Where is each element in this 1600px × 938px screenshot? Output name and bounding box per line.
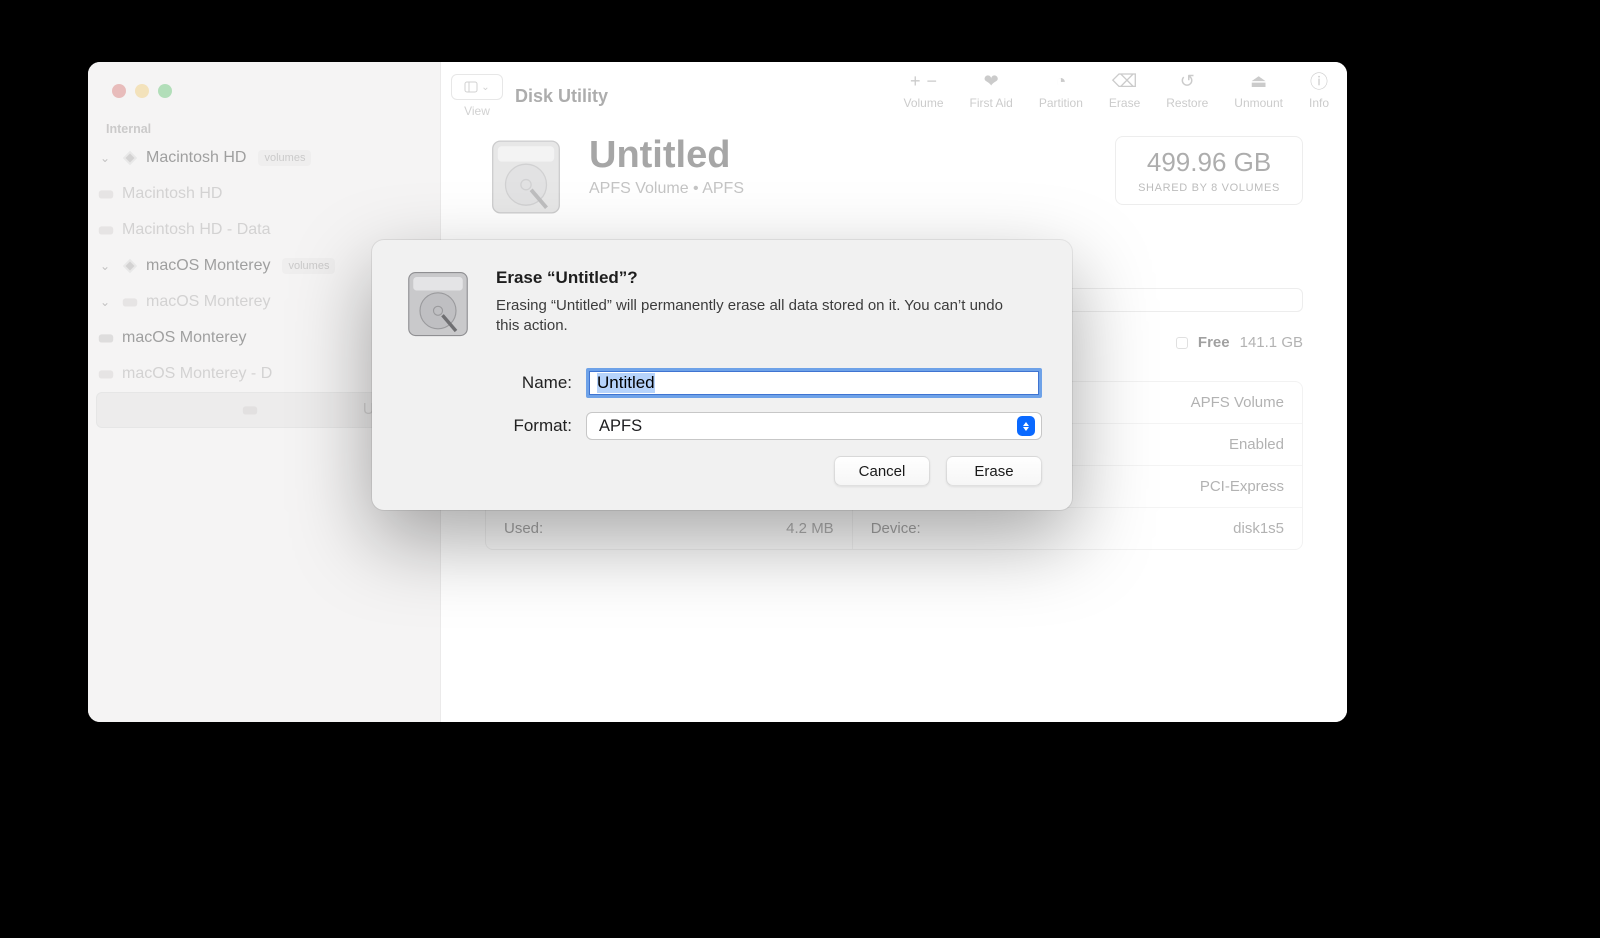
erase-button[interactable]: Erase <box>946 456 1042 486</box>
disk-utility-window: Internal ⌄ Macintosh HD volumes Macintos… <box>88 62 1347 722</box>
format-field-label: Format: <box>402 416 572 436</box>
name-field-label: Name: <box>402 373 572 393</box>
format-select-value: APFS <box>599 417 642 436</box>
dialog-body: Erasing “Untitled” will permanently eras… <box>496 296 1006 337</box>
dialog-hdd-icon <box>402 268 474 340</box>
cancel-button[interactable]: Cancel <box>834 456 930 486</box>
name-input[interactable] <box>586 368 1042 398</box>
format-select[interactable]: APFS <box>586 412 1042 440</box>
erase-dialog: Erase “Untitled”? Erasing “Untitled” wil… <box>372 240 1072 510</box>
select-stepper-icon <box>1017 416 1035 436</box>
dialog-title: Erase “Untitled”? <box>496 268 1006 288</box>
